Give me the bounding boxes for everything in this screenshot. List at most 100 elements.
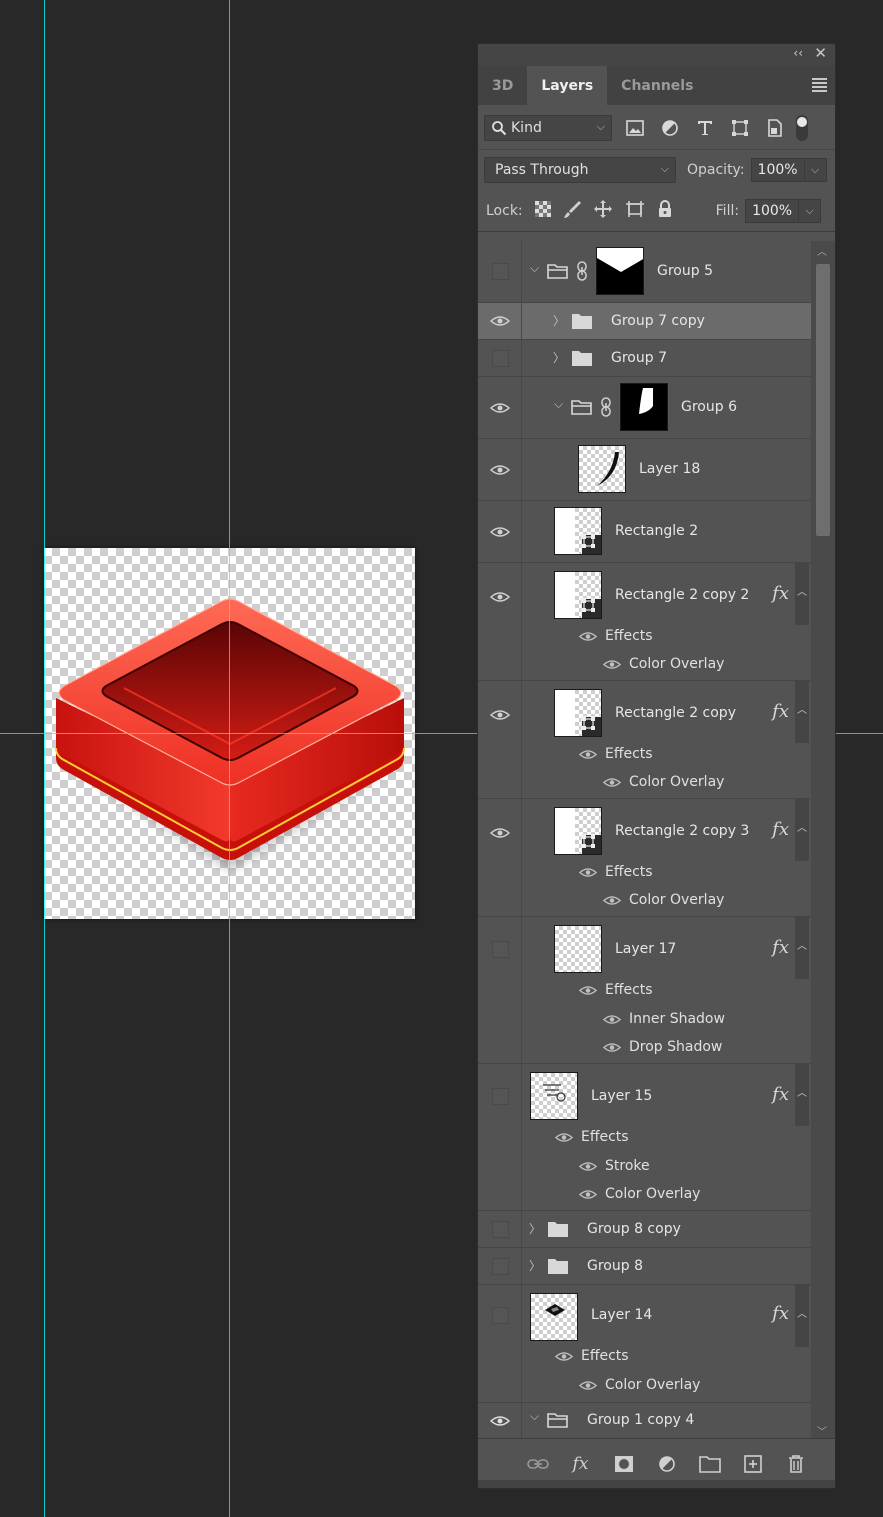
- layer-name[interactable]: Group 7: [611, 350, 667, 366]
- layer-name[interactable]: Group 7 copy: [611, 313, 705, 329]
- fx-icon[interactable]: fx: [772, 583, 789, 604]
- fx-icon[interactable]: fx: [772, 1084, 789, 1105]
- panel-menu-icon[interactable]: [812, 78, 827, 94]
- new-adjustment-layer-icon[interactable]: [656, 1453, 678, 1475]
- eye-icon[interactable]: [555, 1351, 573, 1362]
- lock-transparent-pixels-icon[interactable]: [534, 200, 551, 221]
- shape-filter-icon[interactable]: [729, 117, 751, 139]
- layer-row[interactable]: Layer 18: [478, 439, 811, 501]
- fx-icon[interactable]: fx: [772, 819, 789, 840]
- smart-object-filter-icon[interactable]: [764, 117, 786, 139]
- visibility-toggle-off[interactable]: [492, 1258, 509, 1275]
- effects-collapse-toggle[interactable]: ︿: [795, 681, 809, 743]
- effects-label[interactable]: Effects: [555, 1348, 629, 1364]
- layer-name[interactable]: Rectangle 2 copy: [615, 705, 736, 721]
- layers-scrollbar[interactable]: ︿ ﹀: [811, 241, 835, 1440]
- layer-name[interactable]: Group 8 copy: [587, 1221, 681, 1237]
- eye-icon[interactable]: [603, 777, 621, 788]
- effect-item[interactable]: Color Overlay: [579, 1186, 700, 1202]
- layer-row[interactable]: 〉 Group 7: [478, 340, 811, 377]
- new-group-icon[interactable]: [698, 1453, 721, 1475]
- layer-mask-thumbnail[interactable]: [620, 383, 668, 431]
- layer-name[interactable]: Rectangle 2 copy 3: [615, 823, 749, 839]
- vertical-guide-2[interactable]: [229, 0, 230, 1517]
- opacity-input[interactable]: 100%: [750, 158, 805, 182]
- visibility-toggle-off[interactable]: [492, 1307, 509, 1324]
- eye-icon[interactable]: [490, 460, 510, 480]
- layer-row[interactable]: Layer 14 fx ︿ Effects Color Overlay: [478, 1285, 811, 1403]
- panel-title-bar[interactable]: ‹‹ ✕: [478, 44, 835, 66]
- eye-icon[interactable]: [579, 1380, 597, 1391]
- layer-thumbnail[interactable]: [530, 1293, 578, 1341]
- layer-row[interactable]: 〉 Group 8 copy: [478, 1211, 811, 1248]
- effects-label[interactable]: Effects: [579, 746, 653, 762]
- eye-icon[interactable]: [490, 705, 510, 725]
- lock-position-icon[interactable]: [593, 199, 613, 223]
- lock-artboard-icon[interactable]: [624, 199, 646, 223]
- panel-resize-grip[interactable]: [478, 1480, 835, 1488]
- opacity-dropdown-icon[interactable]: ⌵: [804, 158, 827, 182]
- layer-row[interactable]: ⌵ Group 1 copy 4: [478, 1403, 811, 1440]
- fx-icon[interactable]: fx: [772, 1303, 789, 1324]
- link-icon[interactable]: [576, 261, 588, 281]
- eye-icon[interactable]: [490, 311, 510, 331]
- layer-row[interactable]: ⌵ Group 6: [478, 377, 811, 439]
- tab-3d[interactable]: 3D: [478, 66, 527, 105]
- close-panel-icon[interactable]: ✕: [814, 44, 827, 62]
- eye-icon[interactable]: [555, 1132, 573, 1143]
- layer-name[interactable]: Layer 14: [591, 1307, 652, 1323]
- add-layer-style-icon[interactable]: fx: [570, 1453, 592, 1475]
- eye-icon[interactable]: [603, 659, 621, 670]
- effects-collapse-toggle[interactable]: ︿: [795, 563, 809, 625]
- layer-name[interactable]: Rectangle 2 copy 2: [615, 587, 749, 603]
- effect-item[interactable]: Inner Shadow: [603, 1011, 725, 1027]
- eye-icon[interactable]: [579, 867, 597, 878]
- eye-icon[interactable]: [490, 587, 510, 607]
- lock-image-pixels-icon[interactable]: [562, 199, 582, 223]
- layer-name[interactable]: Rectangle 2: [615, 523, 698, 539]
- chevron-down-icon[interactable]: ⌵: [530, 1409, 539, 1424]
- chevron-right-icon[interactable]: 〉: [529, 1220, 541, 1237]
- eye-icon[interactable]: [490, 398, 510, 418]
- layer-row[interactable]: 〉 Group 8: [478, 1248, 811, 1285]
- eye-icon[interactable]: [579, 985, 597, 996]
- link-layers-icon[interactable]: [526, 1453, 549, 1475]
- layer-thumbnail[interactable]: [554, 925, 602, 973]
- layer-row[interactable]: ⌵ Group 5: [478, 241, 811, 303]
- layer-name[interactable]: Group 8: [587, 1258, 643, 1274]
- chevron-right-icon[interactable]: 〉: [529, 1257, 541, 1274]
- layer-name[interactable]: Layer 17: [615, 941, 676, 957]
- visibility-toggle-off[interactable]: [492, 941, 509, 958]
- eye-icon[interactable]: [579, 631, 597, 642]
- link-icon[interactable]: [600, 397, 612, 417]
- effect-item[interactable]: Color Overlay: [579, 1377, 700, 1393]
- layer-row[interactable]: Layer 15 fx ︿ Effects Stroke Color Overl…: [478, 1064, 811, 1211]
- eye-icon[interactable]: [603, 1042, 621, 1053]
- effects-label[interactable]: Effects: [579, 864, 653, 880]
- layer-row[interactable]: Layer 17 fx ︿ Effects Inner Shadow Drop …: [478, 917, 811, 1064]
- trash-icon[interactable]: [785, 1453, 807, 1475]
- effects-collapse-toggle[interactable]: ︿: [795, 917, 809, 979]
- scrollbar-thumb[interactable]: [816, 264, 830, 536]
- chevron-down-icon[interactable]: ⌵: [554, 397, 563, 412]
- adjustment-filter-icon[interactable]: [659, 117, 681, 139]
- effects-label[interactable]: Effects: [555, 1129, 629, 1145]
- shape-layer-thumbnail[interactable]: [554, 571, 602, 619]
- tab-channels[interactable]: Channels: [607, 66, 707, 105]
- layer-thumbnail[interactable]: [578, 445, 626, 493]
- scroll-down-icon[interactable]: ﹀: [817, 1423, 827, 1438]
- fx-icon[interactable]: fx: [772, 701, 789, 722]
- eye-icon[interactable]: [579, 749, 597, 760]
- shape-layer-thumbnail[interactable]: [554, 507, 602, 555]
- effect-item[interactable]: Drop Shadow: [603, 1039, 722, 1055]
- layer-name[interactable]: Layer 15: [591, 1088, 652, 1104]
- layer-name[interactable]: Layer 18: [639, 461, 700, 477]
- tab-layers[interactable]: Layers: [527, 66, 608, 105]
- visibility-toggle-off[interactable]: [492, 263, 509, 280]
- scroll-up-icon[interactable]: ︿: [817, 243, 827, 258]
- layer-name[interactable]: Group 6: [681, 399, 737, 415]
- filter-toggle-switch[interactable]: [796, 114, 808, 141]
- layer-name[interactable]: Group 1 copy 4: [587, 1412, 694, 1428]
- effect-item[interactable]: Color Overlay: [603, 774, 724, 790]
- effect-item[interactable]: Stroke: [579, 1158, 650, 1174]
